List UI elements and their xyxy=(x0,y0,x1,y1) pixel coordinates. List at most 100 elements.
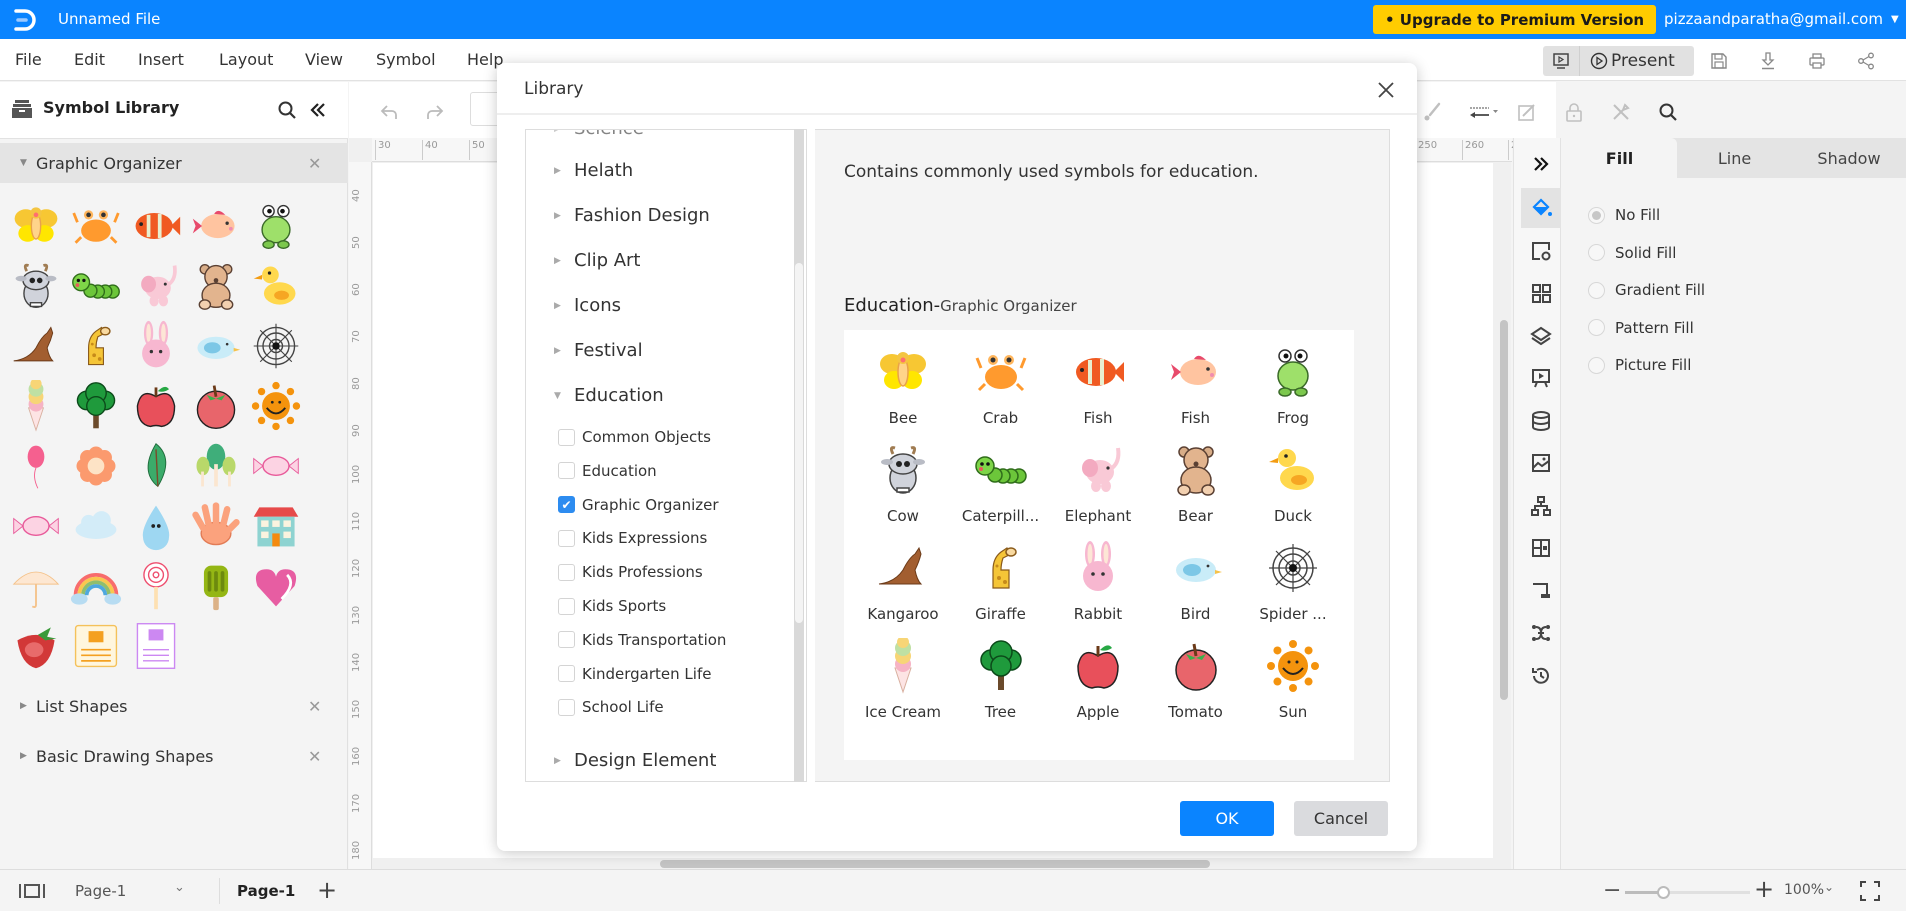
subcategory-kindergarten-life[interactable]: Kindergarten Life xyxy=(558,665,711,683)
subcategory-school-life[interactable]: School Life xyxy=(558,698,664,716)
symbol-clownfish[interactable] xyxy=(130,200,182,252)
tab-shadow[interactable]: Shadow xyxy=(1792,138,1906,178)
category-icons[interactable]: ▶ Icons xyxy=(554,295,621,316)
rail-apps-grid-button[interactable] xyxy=(1521,273,1561,313)
menu-file[interactable]: File xyxy=(15,50,42,69)
symbol-item-crab[interactable]: Crab xyxy=(952,334,1050,432)
brush-button[interactable] xyxy=(1420,100,1444,124)
menu-symbol[interactable]: Symbol xyxy=(376,50,436,69)
checkbox[interactable]: ✔ xyxy=(558,496,575,514)
subcategory-kids-sports[interactable]: Kids Sports xyxy=(558,597,666,615)
rail-image-button[interactable] xyxy=(1521,443,1561,483)
symbol-trees[interactable] xyxy=(190,440,242,492)
symbol-item-bird[interactable]: Bird xyxy=(1147,530,1245,628)
symbol-photo-frame-purple[interactable] xyxy=(130,620,182,672)
tab-line[interactable]: Line xyxy=(1677,138,1792,178)
symbol-flower[interactable] xyxy=(70,440,122,492)
symbol-photo-frame-orange[interactable] xyxy=(70,620,122,672)
radio-button[interactable] xyxy=(1588,356,1605,374)
add-page-icon[interactable]: + xyxy=(317,876,337,904)
category-clip-art[interactable]: ▶ Clip Art xyxy=(554,250,641,271)
horizontal-scrollbar[interactable] xyxy=(660,860,1210,868)
radio-button[interactable] xyxy=(1588,281,1605,299)
symbol-water-drop[interactable] xyxy=(130,500,182,552)
symbol-item-apple[interactable]: Apple xyxy=(1049,628,1147,726)
checkbox[interactable] xyxy=(558,665,575,683)
vertical-scrollbar[interactable] xyxy=(1500,320,1508,700)
category-festival[interactable]: ▶ Festival xyxy=(554,340,643,361)
symbol-item-tomato[interactable]: Tomato xyxy=(1147,628,1245,726)
page-dropdown-chevron-icon[interactable]: ⌄ xyxy=(174,880,185,895)
symbol-heart[interactable] xyxy=(250,560,302,612)
subcategory-graphic-organizer[interactable]: ✔ Graphic Organizer xyxy=(558,496,719,514)
symbol-cloud[interactable] xyxy=(70,500,122,552)
section-list-shapes[interactable]: ▶ List Shapes ✕ xyxy=(0,686,348,726)
rail-layers-button[interactable] xyxy=(1521,316,1561,356)
symbol-leaf[interactable] xyxy=(130,440,182,492)
symbol-popsicle[interactable] xyxy=(190,560,242,612)
share-button[interactable] xyxy=(1855,50,1877,72)
checkbox[interactable] xyxy=(558,631,575,649)
menu-view[interactable]: View xyxy=(305,50,343,69)
menu-insert[interactable]: Insert xyxy=(138,50,184,69)
account-menu[interactable]: pizzaandparatha@gmail.com ▼ xyxy=(1664,10,1899,28)
symbol-bird[interactable] xyxy=(190,320,242,372)
symbol-strawberry[interactable] xyxy=(10,620,62,672)
lock-button[interactable] xyxy=(1562,100,1586,124)
fill-option-gradient-fill[interactable]: Gradient Fill xyxy=(1588,281,1705,299)
category-design-element[interactable]: ▶ Design Element xyxy=(554,750,716,771)
rail-database-button[interactable] xyxy=(1521,401,1561,441)
checkbox[interactable] xyxy=(558,428,575,446)
close-dialog-icon[interactable] xyxy=(1374,78,1398,102)
symbol-candy-2[interactable] xyxy=(10,500,62,552)
print-button[interactable] xyxy=(1806,50,1828,72)
symbol-pink-fish[interactable] xyxy=(190,200,242,252)
symbol-item-pink-fish[interactable]: Fish xyxy=(1147,334,1245,432)
symbol-elephant[interactable] xyxy=(130,260,182,312)
close-section-icon[interactable]: ✕ xyxy=(308,697,321,716)
connector-style-button[interactable] xyxy=(1466,100,1502,124)
symbol-item-tree[interactable]: Tree xyxy=(952,628,1050,726)
symbol-item-caterpillar[interactable]: Caterpill... xyxy=(952,432,1050,530)
checkbox[interactable] xyxy=(558,563,575,581)
rail-presentation-button[interactable] xyxy=(1521,358,1561,398)
checkbox[interactable] xyxy=(558,597,575,615)
symbol-caterpillar[interactable] xyxy=(70,260,122,312)
close-section-icon[interactable]: ✕ xyxy=(308,747,321,766)
slideshow-button[interactable] xyxy=(1543,46,1580,76)
radio-button[interactable] xyxy=(1588,244,1605,261)
symbol-house[interactable] xyxy=(250,500,302,552)
checkbox[interactable] xyxy=(558,529,575,547)
symbol-tomato[interactable] xyxy=(190,380,242,432)
subcategory-kids-professions[interactable]: Kids Professions xyxy=(558,563,703,581)
symbol-ice-cream[interactable] xyxy=(10,378,62,432)
symbol-item-frog[interactable]: Frog xyxy=(1244,334,1342,432)
symbol-item-rabbit[interactable]: Rabbit xyxy=(1049,530,1147,628)
fill-option-solid-fill[interactable]: Solid Fill xyxy=(1588,244,1676,262)
category-helath[interactable]: ▶ Helath xyxy=(554,160,633,181)
redo-button[interactable] xyxy=(423,100,447,124)
fullscreen-icon[interactable] xyxy=(1860,881,1880,901)
category-science[interactable]: ▶ Science xyxy=(554,130,644,139)
symbol-item-clownfish[interactable]: Fish xyxy=(1049,334,1147,432)
zoom-in-icon[interactable]: + xyxy=(1754,875,1774,903)
font-selector[interactable] xyxy=(470,92,500,126)
tools-button[interactable] xyxy=(1609,100,1633,124)
symbol-item-giraffe[interactable]: Giraffe xyxy=(952,530,1050,628)
fill-option-no-fill[interactable]: No Fill xyxy=(1588,206,1660,224)
rail-puzzle-button[interactable] xyxy=(1521,528,1561,568)
symbol-hand[interactable] xyxy=(190,500,242,552)
symbol-sun[interactable] xyxy=(250,380,302,432)
checkbox[interactable] xyxy=(558,462,575,480)
rail-mind-map-button[interactable] xyxy=(1521,613,1561,653)
symbol-rainbow[interactable] xyxy=(70,560,122,612)
category-education[interactable]: ▼ Education xyxy=(554,385,664,406)
symbol-item-duck[interactable]: Duck xyxy=(1244,432,1342,530)
fill-option-picture-fill[interactable]: Picture Fill xyxy=(1588,356,1691,374)
symbol-crab[interactable] xyxy=(70,200,122,252)
zoom-dropdown-chevron-icon[interactable]: ⌄ xyxy=(1824,880,1834,894)
subcategory-kids-transportation[interactable]: Kids Transportation xyxy=(558,631,726,649)
ok-button[interactable]: OK xyxy=(1180,801,1274,836)
rail-org-chart-button[interactable] xyxy=(1521,486,1561,526)
symbol-item-elephant[interactable]: Elephant xyxy=(1049,432,1147,530)
